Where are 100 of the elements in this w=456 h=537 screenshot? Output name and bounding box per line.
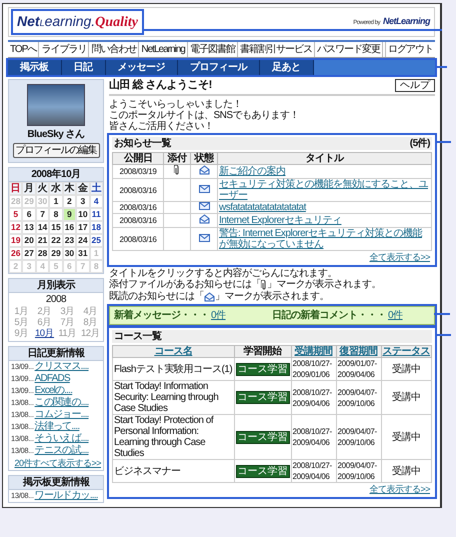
calendar-day[interactable]: 24 — [76, 234, 90, 247]
count-link[interactable]: 0件 — [388, 310, 403, 321]
notice-link[interactable]: 警告: Internet Explorerセキュリティ対策との機能が無効になっていません — [219, 228, 430, 250]
section-title: お知らせ一覧 — [114, 138, 171, 149]
calendar-day[interactable]: 18 — [90, 221, 103, 234]
calendar-day[interactable]: 3 — [76, 195, 90, 208]
column-header: タイトル — [218, 152, 432, 164]
calendar-day[interactable]: 16 — [62, 221, 76, 234]
section-title: コース一覧 — [114, 331, 162, 342]
paperclip-icon — [261, 280, 267, 290]
nav-link[interactable]: 書籍割引サービス — [238, 42, 315, 57]
calendar-day[interactable]: 4 — [90, 195, 103, 208]
calendar-day[interactable]: 26 — [9, 247, 22, 260]
diary-link[interactable]: クリスマス.... — [34, 361, 89, 373]
calendar-title: 2008年10月 — [9, 168, 103, 182]
year-label: 2008 — [44, 293, 68, 306]
diary-link[interactable]: この関連の.... — [34, 397, 89, 409]
month-link[interactable]: 10月 — [33, 328, 56, 339]
diary-link[interactable]: ADFADS — [34, 373, 70, 385]
diary-link[interactable]: そういえば.... — [34, 433, 89, 445]
board-link[interactable]: ワールドカッ.... — [34, 490, 98, 502]
nav-link[interactable]: 問い合わせ — [89, 42, 140, 57]
nav-link[interactable]: NetLearning — [139, 42, 188, 57]
paperclip-icon — [174, 165, 180, 175]
sub-nav-tab[interactable]: 日記 — [62, 60, 106, 75]
sub-nav-tab[interactable]: プロフィール — [178, 60, 260, 75]
nav-link[interactable]: TOPへ — [8, 42, 40, 57]
calendar-day[interactable]: 29 — [49, 247, 63, 260]
panel-title: 月別表示 — [9, 279, 103, 293]
show-all-link[interactable]: 20件すべて表示する>> — [9, 457, 103, 470]
column-header-link[interactable]: ステータス — [382, 346, 430, 357]
sub-nav-tab[interactable]: メッセージ — [106, 60, 178, 75]
calendar-day[interactable]: 25 — [90, 234, 103, 247]
nav-link[interactable]: ライブラリ — [39, 42, 90, 57]
sub-nav-tab[interactable]: 足あと — [260, 60, 314, 75]
table-cell: 2008/10/27-2009/04/06 — [291, 380, 336, 414]
edit-profile-button[interactable]: プロフィールの編集 — [12, 143, 100, 158]
calendar-day[interactable]: 11 — [90, 208, 103, 221]
nav-link[interactable]: パスワード変更 — [314, 42, 383, 57]
weekday-label: 金 — [76, 182, 90, 195]
welcome-text: このポータルサイトは、SNSでもあります！ — [109, 110, 300, 121]
column-header: 状態 — [190, 152, 218, 164]
calendar-day[interactable]: 15 — [49, 221, 63, 234]
diary-link[interactable]: テニスの試.... — [34, 445, 89, 457]
calendar-day[interactable]: 31 — [76, 247, 90, 260]
calendar-day[interactable]: 19 — [9, 234, 22, 247]
leader-line — [435, 141, 451, 143]
welcome-text: 皆さんご活用ください！ — [109, 121, 214, 132]
count-link[interactable]: 0件 — [211, 310, 226, 321]
notice-link[interactable]: wsfatatatatatatatatatat — [219, 202, 430, 213]
sub-nav-tab[interactable]: 掲示板 — [8, 60, 62, 75]
calendar-day[interactable]: 13 — [22, 221, 36, 234]
calendar-day[interactable]: 14 — [36, 221, 50, 234]
calendar-day[interactable]: 2 — [62, 195, 76, 208]
calendar-day[interactable]: 21 — [36, 234, 50, 247]
show-all-link[interactable]: 全て表示する>> — [112, 251, 432, 264]
start-course-button[interactable]: コース学習 — [236, 391, 290, 404]
column-header: 公開日 — [112, 152, 164, 164]
note-text: 既読のお知らせには「 — [109, 291, 204, 303]
table-cell: 2009/04/07-2009/10/06 — [336, 460, 381, 482]
nav-link[interactable]: 電子図書館 — [188, 42, 238, 57]
calendar-day[interactable]: 30 — [62, 247, 76, 260]
start-course-button[interactable]: コース学習 — [236, 430, 290, 444]
calendar-day[interactable]: 28 — [36, 247, 50, 260]
help-button[interactable]: ヘルプ — [395, 79, 435, 92]
panel-title: 掲示板更新情報 — [9, 476, 103, 490]
calendar-day[interactable]: 12 — [9, 221, 22, 234]
start-course-button[interactable]: コース学習 — [236, 464, 290, 478]
calendar-day[interactable]: 23 — [62, 234, 76, 247]
calendar-day[interactable]: 27 — [22, 247, 36, 260]
welcome-text: ようこそいらっしゃいました！ — [109, 99, 243, 110]
calendar-day[interactable]: 20 — [22, 234, 36, 247]
calendar-day[interactable]: 9 — [62, 208, 76, 221]
calendar-day[interactable]: 1 — [49, 195, 63, 208]
note-text: 添付ファイルがあるお知らせには「 — [109, 279, 261, 290]
note-text: 」マークが表示されます。 — [215, 291, 329, 303]
leader-line — [434, 313, 450, 315]
calendar-day[interactable]: 7 — [36, 208, 50, 221]
calendar-day[interactable]: 5 — [9, 208, 22, 221]
calendar-day[interactable]: 6 — [22, 208, 36, 221]
notice-link[interactable]: Internet Explorerセキュリティ — [219, 215, 430, 226]
open-envelope-icon — [204, 292, 215, 302]
notice-link[interactable]: 新ご紹介の案内 — [219, 166, 430, 177]
diary-link[interactable]: Excelの.... — [34, 385, 72, 397]
diary-link[interactable]: コムジョー.... — [34, 409, 89, 421]
start-course-button[interactable]: コース学習 — [236, 362, 290, 376]
calendar-day[interactable]: 22 — [49, 234, 63, 247]
calendar-day[interactable]: 8 — [49, 208, 63, 221]
table-cell: 2008/03/16 — [112, 214, 164, 228]
user-name: BlueSky さん — [27, 129, 85, 140]
show-all-link[interactable]: 全て表示する>> — [112, 483, 432, 496]
calendar-day[interactable]: 17 — [76, 221, 90, 234]
nav-link[interactable]: ログアウト — [385, 42, 435, 57]
note-text: タイトルをクリックすると内容がごらんになれます。 — [109, 268, 338, 279]
course-name: ビジネスマナー — [112, 460, 234, 482]
table-cell: 2008/03/16 — [112, 202, 164, 214]
leader-line — [435, 66, 447, 68]
diary-link[interactable]: 法律って.... — [34, 421, 80, 433]
calendar-day[interactable]: 10 — [76, 208, 90, 221]
column-header: 添付 — [164, 152, 190, 164]
